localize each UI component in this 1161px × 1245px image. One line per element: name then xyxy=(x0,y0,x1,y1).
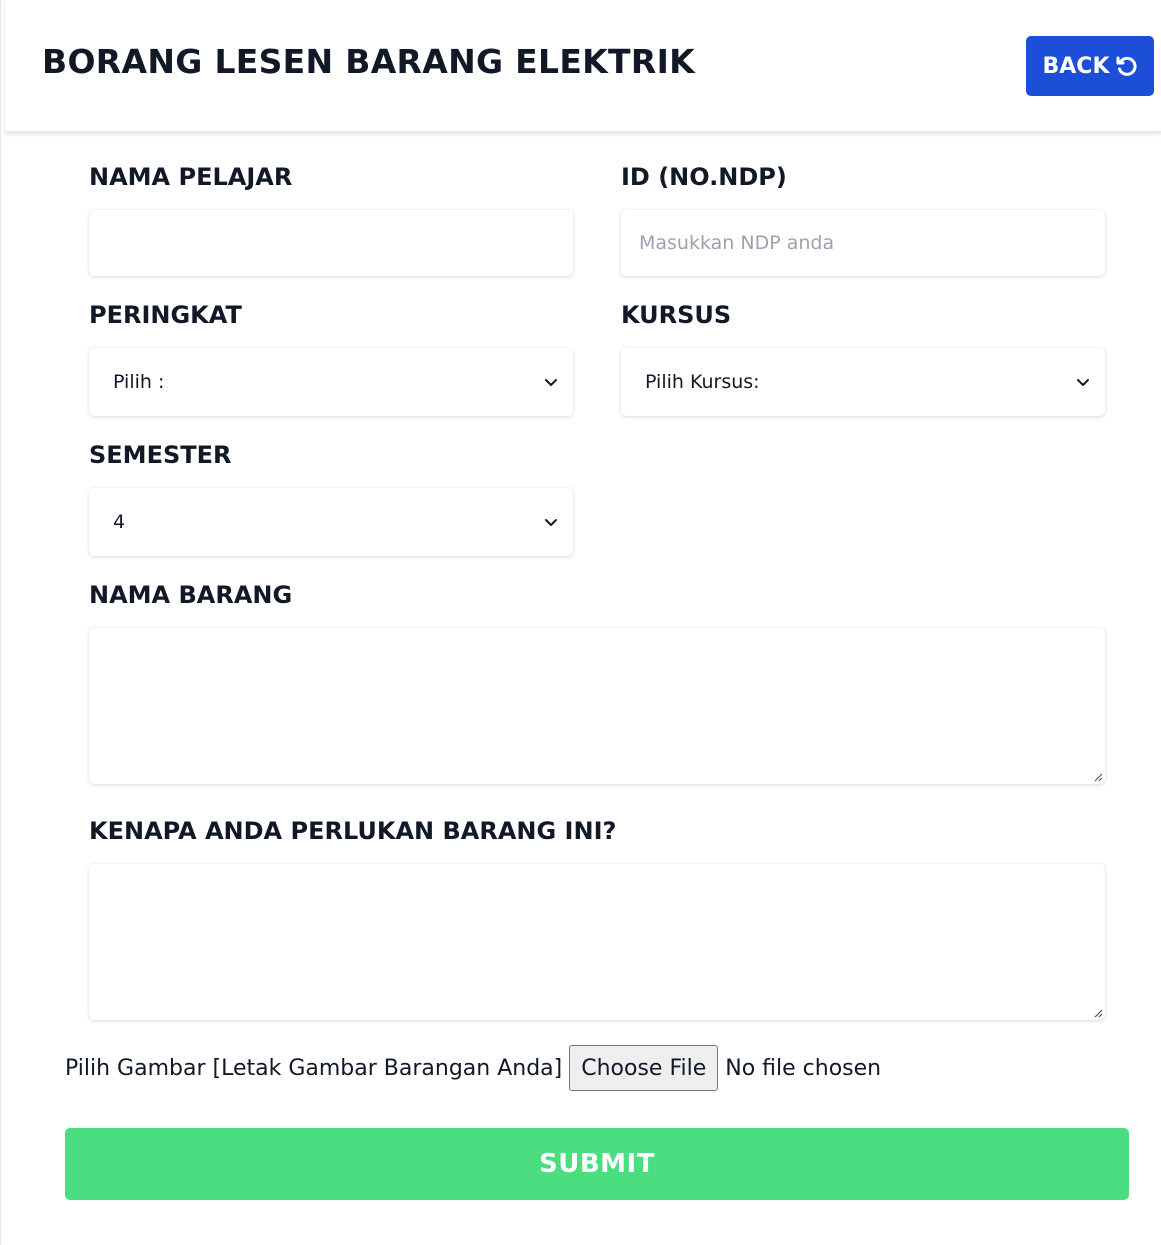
kursus-label: KURSUS xyxy=(621,301,732,329)
kursus-selected-value: Pilih Kursus: xyxy=(645,371,760,393)
header: BORANG LESEN BARANG ELEKTRIK BACK xyxy=(5,0,1161,132)
semester-selected-value: 4 xyxy=(113,511,126,533)
resize-handle-icon[interactable] xyxy=(1091,1006,1103,1018)
chevron-down-icon xyxy=(545,379,557,386)
kursus-select[interactable]: Pilih Kursus: xyxy=(621,348,1105,416)
chevron-down-icon xyxy=(545,519,557,526)
rotate-ccw-icon xyxy=(1116,56,1137,76)
id-ndp-label: ID (NO.NDP) xyxy=(621,163,787,191)
semester-select[interactable]: 4 xyxy=(89,488,573,556)
page: BORANG LESEN BARANG ELEKTRIK BACK NAMA P… xyxy=(0,0,1161,1245)
file-upload-label: Pilih Gambar [Letak Gambar Barangan Anda… xyxy=(65,1055,563,1081)
peringkat-select[interactable]: Pilih : xyxy=(89,348,573,416)
kenapa-textarea[interactable] xyxy=(89,864,1105,1020)
submit-button[interactable]: SUBMIT xyxy=(65,1128,1129,1200)
id-ndp-input[interactable] xyxy=(621,210,1105,276)
choose-file-button[interactable]: Choose File xyxy=(569,1045,719,1091)
peringkat-selected-value: Pilih : xyxy=(113,371,165,393)
resize-handle-icon[interactable] xyxy=(1091,770,1103,782)
nama-pelajar-label: NAMA PELAJAR xyxy=(89,163,293,191)
chevron-down-icon xyxy=(1077,379,1089,386)
semester-label: SEMESTER xyxy=(89,441,232,469)
file-status: No file chosen xyxy=(725,1055,882,1081)
peringkat-label: PERINGKAT xyxy=(89,301,242,329)
kenapa-label: KENAPA ANDA PERLUKAN BARANG INI? xyxy=(89,817,617,845)
nama-pelajar-field-wrapper xyxy=(89,210,573,276)
nama-pelajar-input[interactable] xyxy=(89,210,573,276)
file-upload-row: Pilih Gambar [Letak Gambar Barangan Anda… xyxy=(65,1045,881,1091)
page-title: BORANG LESEN BARANG ELEKTRIK xyxy=(42,42,696,81)
back-button[interactable]: BACK xyxy=(1026,36,1154,96)
nama-barang-textarea[interactable] xyxy=(89,628,1105,784)
submit-button-label: SUBMIT xyxy=(539,1149,655,1179)
id-ndp-field-wrapper xyxy=(621,210,1105,276)
back-button-label: BACK xyxy=(1042,53,1110,79)
nama-barang-label: NAMA BARANG xyxy=(89,581,293,609)
